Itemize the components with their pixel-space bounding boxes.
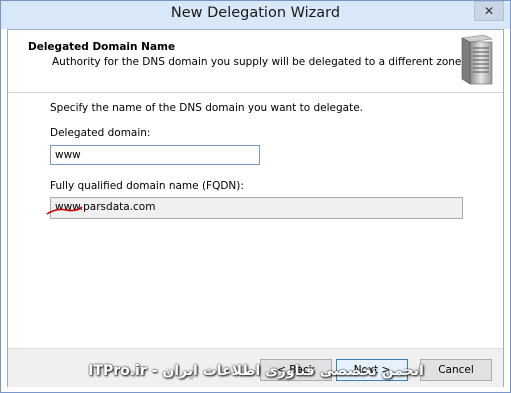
delegated-domain-label: Delegated domain: [50,127,151,139]
page-title: Delegated Domain Name [28,41,176,53]
window-title: New Delegation Wizard [170,5,341,21]
cancel-button[interactable]: Cancel [420,359,492,381]
button-bar: < Back Next > Cancel [8,348,503,387]
wizard-window: New Delegation Wizard ✕ Delegated Domain… [0,0,511,393]
close-button[interactable]: ✕ [474,1,504,21]
underline-annotation [46,206,83,215]
page-subtitle: Authority for the DNS domain you supply … [52,56,465,68]
delegated-domain-input[interactable] [50,145,260,165]
server-icon [460,34,494,85]
title-bar[interactable]: New Delegation Wizard ✕ [1,1,510,29]
fqdn-field: www.parsdata.com [50,197,463,219]
instruction-text: Specify the name of the DNS domain you w… [50,102,364,114]
next-button[interactable]: Next > [336,359,408,381]
close-icon: ✕ [483,4,495,18]
back-button[interactable]: < Back [260,359,332,381]
wizard-header: Delegated Domain Name Authority for the … [8,30,503,93]
fqdn-label: Fully qualified domain name (FQDN): [50,180,244,192]
